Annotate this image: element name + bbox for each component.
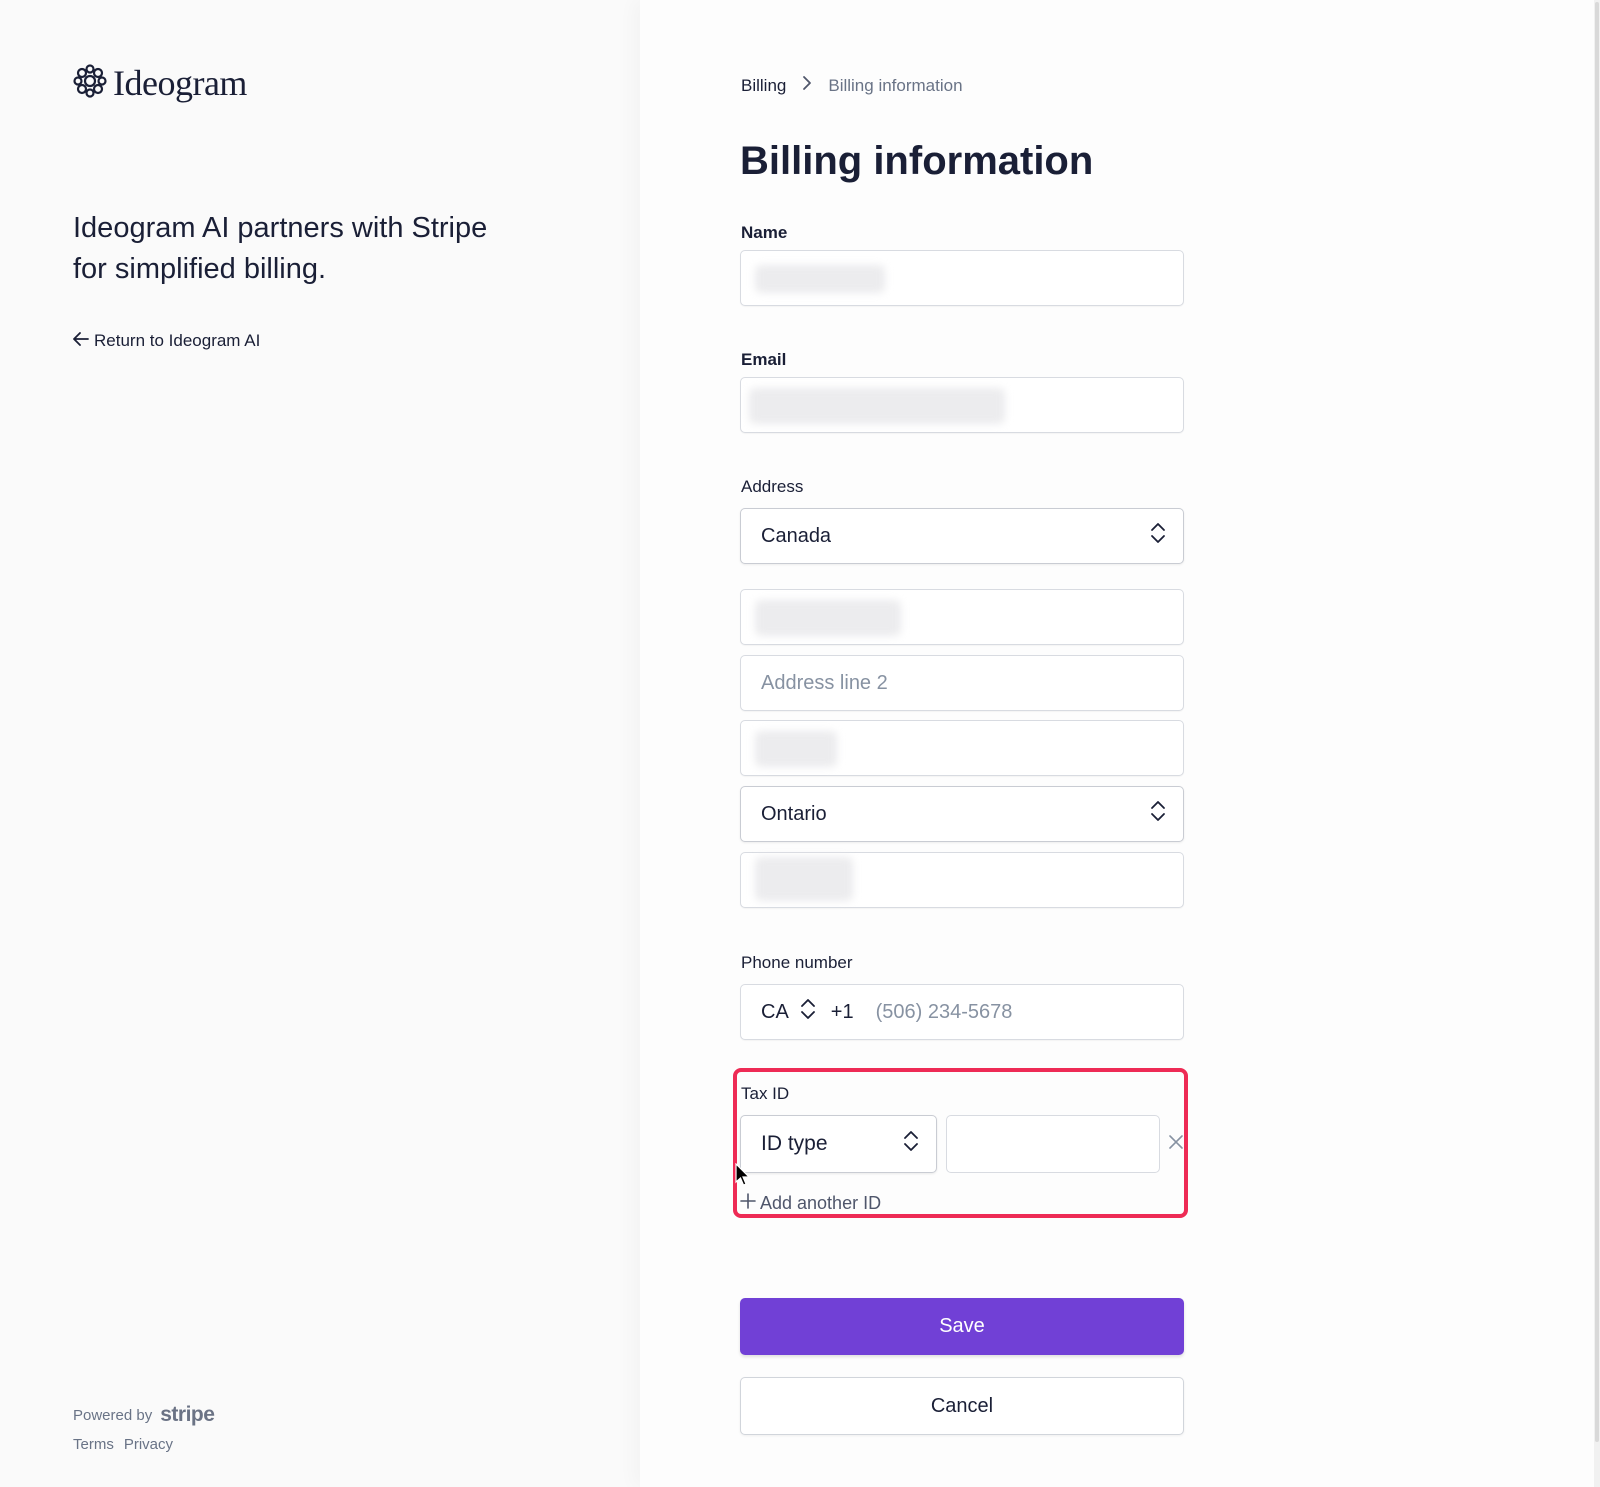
- address-line2-field[interactable]: Address line 2: [740, 655, 1184, 711]
- redacted-address-line1: [755, 600, 901, 636]
- address-label: Address: [741, 477, 804, 496]
- name-field[interactable]: [740, 250, 1184, 306]
- city-field[interactable]: [740, 720, 1184, 776]
- powered-by-label: Powered by: [73, 1406, 153, 1424]
- breadcrumb-current: Billing information: [828, 75, 963, 95]
- chevron-updown-icon: [799, 997, 817, 1027]
- save-button[interactable]: Save: [740, 1298, 1184, 1355]
- redacted-email: [749, 388, 1005, 424]
- id-type-value: ID type: [761, 1132, 828, 1155]
- ideogram-logo: Ideogram: [73, 62, 247, 104]
- plus-icon: [740, 1193, 756, 1214]
- tagline: Ideogram AI partners with Stripe for sim…: [73, 212, 488, 285]
- phone-placeholder: (506) 234-5678: [875, 1000, 1013, 1023]
- powered-by-stripe[interactable]: Powered by stripe: [73, 1403, 215, 1427]
- phone-label: Phone number: [741, 953, 853, 972]
- terms-link[interactable]: Terms: [73, 1436, 114, 1453]
- redacted-city: [755, 731, 837, 767]
- province-select[interactable]: Ontario: [740, 786, 1184, 842]
- brain-icon: [73, 63, 107, 103]
- id-type-select[interactable]: ID type: [740, 1115, 937, 1173]
- province-value: Ontario: [761, 802, 827, 825]
- scrollbar-thumb[interactable]: [1595, 2, 1599, 1442]
- page-title: Billing information: [740, 139, 1094, 183]
- close-icon[interactable]: [1168, 1134, 1184, 1155]
- tax-id-label: Tax ID: [741, 1084, 790, 1103]
- breadcrumb: Billing Billing information: [741, 75, 963, 96]
- address-line2-placeholder: Address line 2: [761, 671, 888, 694]
- redacted-name: [755, 265, 885, 293]
- redacted-postal-code: [755, 857, 853, 901]
- name-label: Name: [741, 223, 788, 242]
- footer-links: Terms Privacy: [73, 1436, 173, 1453]
- stripe-logo: stripe: [160, 1403, 215, 1426]
- email-label: Email: [741, 350, 787, 369]
- scrollbar[interactable]: [1594, 0, 1600, 1487]
- mouse-cursor-icon: [735, 1162, 751, 1192]
- chevron-updown-icon: [1149, 799, 1167, 829]
- phone-prefix: +1: [830, 1000, 854, 1023]
- country-select[interactable]: Canada: [740, 508, 1184, 564]
- arrow-left-icon: [73, 331, 89, 351]
- chevron-right-icon: [802, 75, 812, 96]
- cancel-button[interactable]: Cancel: [740, 1377, 1184, 1435]
- phone-country-select[interactable]: CA: [761, 997, 817, 1027]
- privacy-link[interactable]: Privacy: [124, 1436, 173, 1453]
- chevron-updown-icon: [902, 1129, 920, 1159]
- address-line1-field[interactable]: [740, 589, 1184, 645]
- phone-field[interactable]: CA +1 (506) 234-5678: [740, 984, 1184, 1040]
- return-link-label: Return to Ideogram AI: [94, 331, 261, 350]
- chevron-updown-icon: [1149, 521, 1167, 551]
- phone-country-code: CA: [761, 1000, 789, 1023]
- add-another-id-link[interactable]: Add another ID: [740, 1193, 881, 1214]
- add-another-id-label: Add another ID: [760, 1193, 882, 1213]
- email-field[interactable]: [740, 377, 1184, 433]
- country-value: Canada: [761, 524, 832, 547]
- logo-text: Ideogram: [113, 63, 247, 103]
- return-link[interactable]: Return to Ideogram AI: [73, 331, 260, 351]
- postal-code-field[interactable]: [740, 852, 1184, 908]
- tax-id-value-field[interactable]: [946, 1115, 1160, 1173]
- breadcrumb-billing[interactable]: Billing: [741, 76, 786, 96]
